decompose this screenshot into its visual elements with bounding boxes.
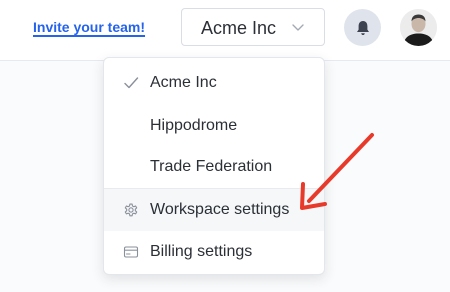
invite-team-link[interactable]: Invite your team!	[33, 19, 145, 35]
chevron-down-icon	[292, 24, 304, 31]
user-avatar[interactable]	[400, 9, 437, 46]
avatar-image	[400, 9, 437, 46]
workspace-option-hippodrome[interactable]: Hippodrome	[104, 105, 324, 147]
credit-card-icon	[123, 246, 139, 258]
workspace-dropdown-menu: Acme Inc Hippodrome Trade Federation Wor…	[103, 57, 325, 275]
top-bar: Invite your team! Acme Inc	[0, 0, 450, 61]
workspace-option-label: Trade Federation	[150, 158, 273, 175]
billing-settings-item[interactable]: Billing settings	[104, 231, 324, 273]
checkmark-icon	[124, 77, 139, 89]
bell-icon	[356, 20, 369, 35]
gear-icon	[124, 203, 138, 217]
workspace-settings-item[interactable]: Workspace settings	[104, 189, 324, 231]
workspace-option-label: Acme Inc	[150, 74, 217, 91]
workspace-option-trade-federation[interactable]: Trade Federation	[104, 146, 324, 188]
billing-settings-label: Billing settings	[150, 243, 253, 260]
workspace-settings-label: Workspace settings	[150, 201, 290, 218]
workspace-option-acme[interactable]: Acme Inc	[104, 62, 324, 104]
workspace-selector-button[interactable]: Acme Inc	[181, 8, 325, 46]
workspace-option-label: Hippodrome	[150, 117, 238, 134]
notifications-button[interactable]	[344, 9, 381, 46]
workspace-selector-label: Acme Inc	[201, 18, 277, 38]
